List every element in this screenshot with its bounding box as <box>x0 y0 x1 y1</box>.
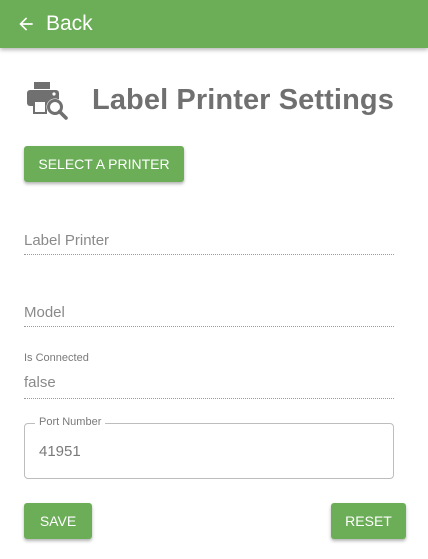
page-header: Label Printer Settings <box>24 78 394 122</box>
back-button[interactable]: Back <box>0 0 105 48</box>
model-field[interactable]: Model <box>24 290 394 327</box>
app-bar: Back <box>0 0 428 48</box>
page-title: Label Printer Settings <box>92 83 394 116</box>
select-printer-button[interactable]: SELECT A PRINTER <box>24 146 184 182</box>
label-printer-field[interactable]: Label Printer <box>24 218 394 255</box>
label-printer-placeholder: Label Printer <box>24 232 110 249</box>
back-label: Back <box>46 12 93 35</box>
reset-button[interactable]: RESET <box>331 503 406 539</box>
arrow-left-icon <box>19 17 33 31</box>
is-connected-field[interactable]: Is Connected false <box>24 350 394 399</box>
is-connected-label: Is Connected <box>24 352 89 364</box>
port-number-field[interactable]: Port Number 41951 <box>24 416 394 479</box>
model-placeholder: Model <box>24 304 65 321</box>
is-connected-value: false <box>24 374 56 391</box>
port-number-label: Port Number <box>35 416 106 428</box>
save-button[interactable]: SAVE <box>24 503 92 539</box>
printer-search-icon <box>27 82 68 120</box>
port-number-value[interactable]: 41951 <box>39 443 339 460</box>
